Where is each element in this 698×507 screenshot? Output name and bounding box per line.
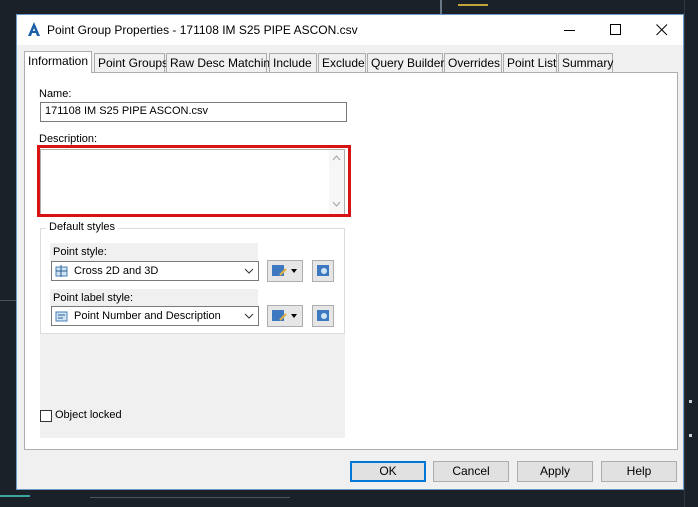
highlight-box <box>37 145 351 217</box>
point-label-style-edit-button[interactable] <box>267 305 303 327</box>
apply-button[interactable]: Apply <box>517 461 593 482</box>
tab-include[interactable]: Include <box>269 53 317 72</box>
minimize-icon <box>564 30 575 31</box>
backdrop-mark <box>689 400 692 403</box>
tab-summary[interactable]: Summary <box>558 53 613 72</box>
help-button[interactable]: Help <box>601 461 677 482</box>
properties-area <box>40 334 345 438</box>
point-style-edit-button[interactable] <box>267 260 303 282</box>
information-panel: Name: 171108 IM S25 PIPE ASCON.csv Descr… <box>24 72 678 450</box>
backdrop-line <box>458 4 488 6</box>
description-label: Description: <box>39 133 98 145</box>
ok-button[interactable]: OK <box>350 461 426 482</box>
autocad-a-icon <box>26 21 42 37</box>
backdrop-line <box>440 0 442 14</box>
maximize-icon <box>610 24 621 35</box>
minimize-button[interactable] <box>547 15 593 45</box>
point-style-label: Point style: <box>50 243 258 261</box>
backdrop-mark <box>689 434 692 437</box>
point-label-style-dropdown[interactable]: Point Number and Description <box>51 306 259 326</box>
name-field[interactable]: 171108 IM S25 PIPE ASCON.csv <box>40 102 347 122</box>
point-group-properties-dialog: Point Group Properties - 171108 IM S25 P… <box>16 14 684 490</box>
point-label-style-value: Point Number and Description <box>74 310 221 322</box>
point-label-style-icon <box>55 311 68 322</box>
point-style-browse-button[interactable] <box>312 260 334 282</box>
point-style-icon <box>55 265 68 277</box>
chevron-down-icon <box>244 307 254 331</box>
point-label-style-label: Point label style: <box>50 289 258 307</box>
window-title: Point Group Properties - 171108 IM S25 P… <box>47 23 358 37</box>
default-styles-group: Default styles Point style: Cross 2D and… <box>40 221 345 334</box>
cancel-button[interactable]: Cancel <box>433 461 509 482</box>
close-button[interactable] <box>639 15 685 45</box>
maximize-button[interactable] <box>593 15 639 45</box>
close-icon <box>656 24 668 36</box>
backdrop-line <box>684 0 685 507</box>
edit-style-icon <box>272 310 297 321</box>
object-locked-label: Object locked <box>55 409 122 421</box>
tab-information[interactable]: Information <box>24 51 92 73</box>
title-bar: Point Group Properties - 171108 IM S25 P… <box>17 15 683 45</box>
backdrop-line <box>0 300 16 301</box>
backdrop-line <box>90 497 290 498</box>
point-style-value: Cross 2D and 3D <box>74 265 159 277</box>
tab-point-groups[interactable]: Point Groups <box>94 53 168 72</box>
tab-query-builder[interactable]: Query Builder <box>367 53 444 72</box>
chevron-down-icon <box>244 262 254 286</box>
backdrop-line <box>0 495 30 497</box>
edit-style-icon <box>272 265 297 276</box>
point-label-style-browse-button[interactable] <box>312 305 334 327</box>
name-label: Name: <box>39 88 72 100</box>
tab-point-list[interactable]: Point List <box>503 53 557 72</box>
style-preview-icon <box>317 310 329 321</box>
point-style-dropdown[interactable]: Cross 2D and 3D <box>51 261 259 281</box>
tab-raw-desc-matching[interactable]: Raw Desc Matching <box>166 53 277 72</box>
tab-overrides[interactable]: Overrides <box>444 53 502 72</box>
tab-exclude[interactable]: Exclude <box>318 53 366 72</box>
object-locked-checkbox[interactable] <box>40 410 52 422</box>
style-preview-icon <box>317 265 329 276</box>
